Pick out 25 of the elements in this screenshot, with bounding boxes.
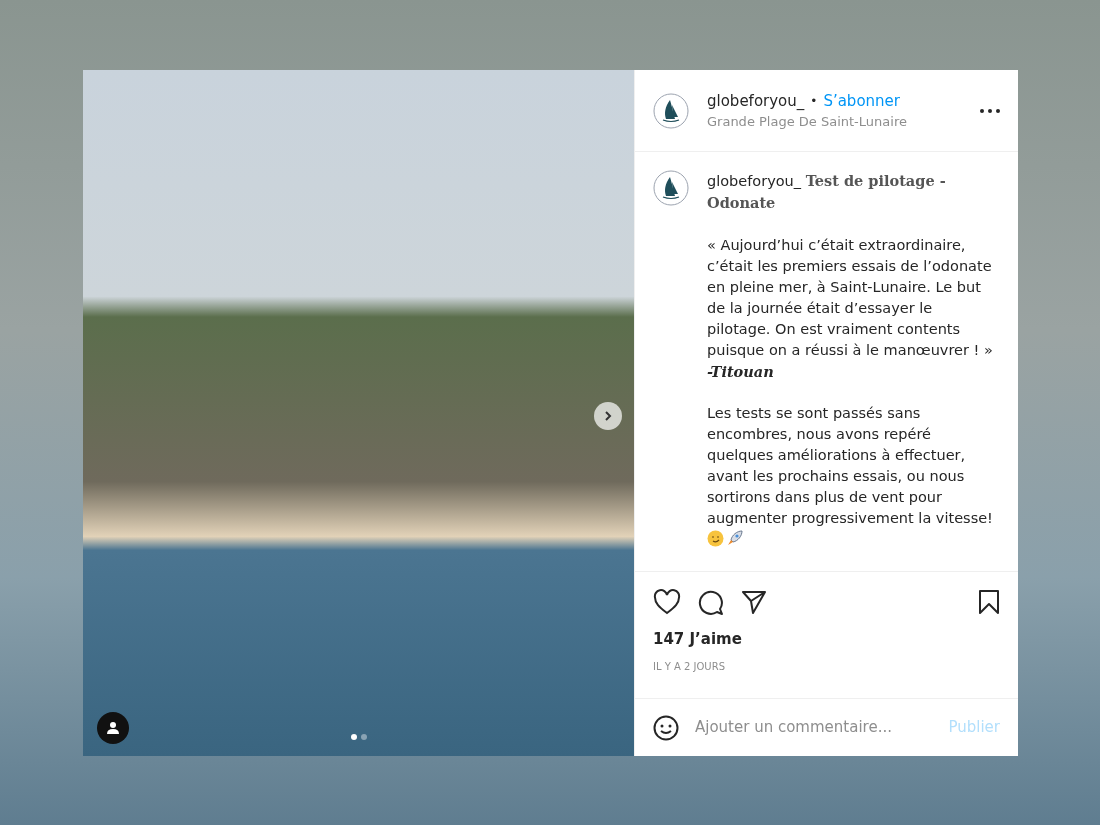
more-options-icon[interactable] bbox=[980, 108, 1000, 113]
location-text[interactable]: Grande Plage De Saint-Lunaire bbox=[707, 112, 962, 132]
comment-icon[interactable] bbox=[697, 588, 725, 616]
quote-text: « Aujourd’hui c’était extraordinaire, c’était les premiers essais de l’odonate en pleine mer, à Saint-Lunaire. Le but de la journée était d’essayer le pilotage. On est vraiment contents puisque on a réussi à le manœuvrer ! » bbox=[707, 236, 994, 360]
likes-count[interactable]: 147 J’aime bbox=[635, 628, 1018, 651]
separator: • bbox=[810, 92, 818, 110]
sailboat-logo-icon[interactable] bbox=[653, 170, 689, 206]
heart-icon[interactable] bbox=[653, 589, 681, 615]
rocket-icon bbox=[726, 529, 744, 547]
sailboat-logo-icon[interactable] bbox=[653, 92, 689, 129]
smirk-face-icon bbox=[707, 530, 724, 547]
comment-field[interactable]: Ajouter un commentaire... bbox=[695, 716, 933, 739]
signature-text: -Titouan bbox=[707, 362, 775, 382]
smiley-icon[interactable] bbox=[653, 714, 679, 741]
next-button[interactable] bbox=[594, 402, 622, 430]
user-tag-button[interactable] bbox=[97, 712, 129, 744]
caption-title: globeforyou_ Test de pilotage - Odonate bbox=[707, 171, 947, 213]
send-icon[interactable] bbox=[741, 589, 767, 615]
post-time: IL Y A 2 JOURS bbox=[652, 659, 726, 674]
caption-text: Les tests se sont passés sans encombres, nous avons repéré quelques améliorations à effectuer, avant les prochains essais, ou nous sortirons dans plus de vent pour augmenter progressivement la vitesse! bbox=[707, 405, 993, 526]
username[interactable]: globeforyou_ bbox=[707, 89, 805, 112]
chevron-right-icon bbox=[602, 410, 614, 422]
bookmark-icon[interactable] bbox=[978, 589, 1000, 615]
follow-link[interactable]: S’abonner bbox=[823, 89, 900, 112]
person-icon bbox=[106, 721, 120, 735]
